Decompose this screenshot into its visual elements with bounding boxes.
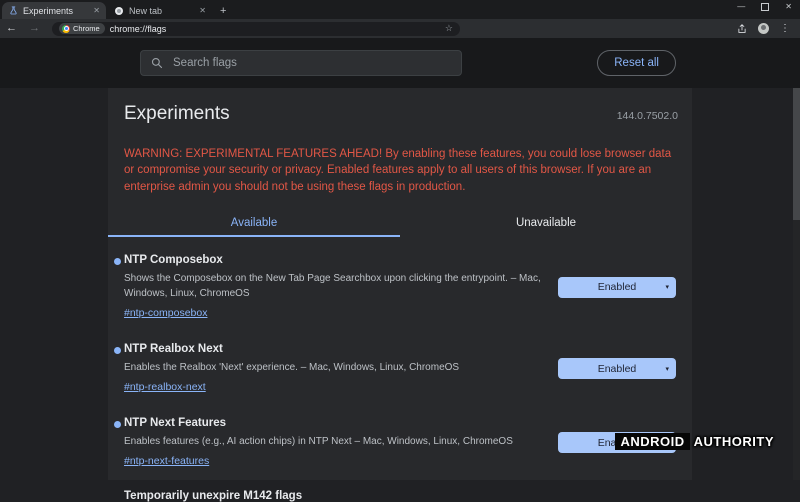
chrome-badge-label: Chrome (73, 24, 100, 33)
flag-name: NTP Next Features (124, 417, 550, 429)
url-text: chrome://flags (110, 24, 167, 34)
flag-dot-icon (114, 421, 121, 428)
menu-icon[interactable]: ⋮ (780, 24, 790, 34)
flag-value-dropdown[interactable]: Enabled ▾ (558, 277, 676, 298)
share-icon[interactable] (737, 24, 747, 34)
flag-description: Enables features (e.g., AI action chips)… (124, 434, 550, 449)
address-bar[interactable]: Chrome chrome://flags ☆ (52, 22, 460, 36)
tab-available[interactable]: Available (108, 209, 400, 237)
flag-row: NTP Composebox Shows the Composebox on t… (108, 243, 692, 332)
chrome-badge: Chrome (59, 23, 105, 34)
flag-description: Enables the Realbox 'Next' experience. –… (124, 360, 550, 375)
close-tab-icon[interactable]: ✕ (93, 7, 100, 15)
tab-experiments[interactable]: Experiments ✕ (2, 2, 106, 19)
flag-name: NTP Composebox (124, 254, 550, 266)
experiments-page: Experiments 144.0.7502.0 WARNING: EXPERI… (108, 88, 692, 480)
flag-description: Shows the Composebox on the New Tab Page… (124, 271, 550, 301)
tab-unavailable[interactable]: Unavailable (400, 209, 692, 237)
watermark-right: AUTHORITY (690, 433, 776, 450)
warning-text: WARNING: EXPERIMENTAL FEATURES AHEAD! By… (108, 137, 692, 196)
flags-header-bar: Reset all (0, 38, 800, 88)
toolbar-actions: ⋮ (737, 23, 800, 34)
flag-name: NTP Realbox Next (124, 343, 550, 355)
version-number: 144.0.7502.0 (617, 110, 678, 122)
close-tab-icon[interactable]: ✕ (199, 7, 206, 15)
search-box[interactable] (140, 50, 462, 76)
search-icon (151, 57, 163, 69)
back-icon[interactable]: ← (0, 23, 23, 34)
page-title: Experiments (124, 103, 230, 125)
chevron-down-icon: ▾ (665, 365, 669, 373)
flag-info: NTP Next Features Enables features (e.g.… (124, 417, 550, 469)
tab-title: New tab (129, 6, 194, 16)
flag-value-dropdown[interactable]: Enabled ▾ (558, 358, 676, 379)
maximize-icon[interactable] (761, 3, 769, 11)
chrome-logo-icon (62, 25, 70, 33)
flag-row: NTP Realbox Next Enables the Realbox 'Ne… (108, 332, 692, 406)
flag-info: NTP Realbox Next Enables the Realbox 'Ne… (124, 343, 550, 395)
flag-value: Enabled (598, 281, 637, 293)
tab-new-tab[interactable]: New tab ✕ (108, 2, 212, 19)
next-section-title: Temporarily unexpire M142 flags (108, 480, 692, 502)
browser-toolbar: ← → Chrome chrome://flags ☆ ⋮ (0, 19, 800, 38)
availability-tabs: Available Unavailable (108, 209, 692, 237)
page-header: Experiments 144.0.7502.0 (108, 88, 692, 125)
flag-link[interactable]: #ntp-next-features (124, 455, 209, 467)
flag-dot-icon (114, 258, 121, 265)
search-input[interactable] (171, 56, 451, 70)
close-window-icon[interactable]: ✕ (785, 3, 792, 11)
browser-titlebar: Experiments ✕ New tab ✕ + — ✕ (0, 0, 800, 19)
tab-title: Experiments (23, 6, 88, 16)
window-controls: — ✕ (737, 3, 792, 11)
chevron-down-icon: ▾ (665, 283, 669, 291)
flag-link[interactable]: #ntp-realbox-next (124, 381, 206, 393)
reset-all-button[interactable]: Reset all (597, 50, 676, 76)
watermark-left: ANDROID (615, 433, 689, 450)
warning-lead: WARNING: EXPERIMENTAL FEATURES AHEAD! (124, 148, 382, 160)
bookmark-star-icon[interactable]: ☆ (445, 23, 453, 34)
new-tab-button[interactable]: + (212, 5, 234, 19)
scrollbar (793, 88, 800, 480)
flask-icon (8, 6, 18, 16)
flag-dot-icon (114, 347, 121, 354)
forward-icon[interactable]: → (23, 23, 46, 34)
profile-avatar[interactable] (758, 23, 769, 34)
flag-link[interactable]: #ntp-composebox (124, 307, 207, 319)
flag-value: Enabled (598, 363, 637, 375)
flag-list: NTP Composebox Shows the Composebox on t… (108, 243, 692, 480)
scrollbar-thumb[interactable] (793, 88, 800, 220)
flag-info: NTP Composebox Shows the Composebox on t… (124, 254, 550, 321)
watermark: ANDROID AUTHORITY (615, 433, 776, 450)
minimize-icon[interactable]: — (737, 3, 745, 11)
flag-row: NTP Next Features Enables features (e.g.… (108, 406, 692, 480)
chrome-favicon-icon (114, 6, 124, 16)
